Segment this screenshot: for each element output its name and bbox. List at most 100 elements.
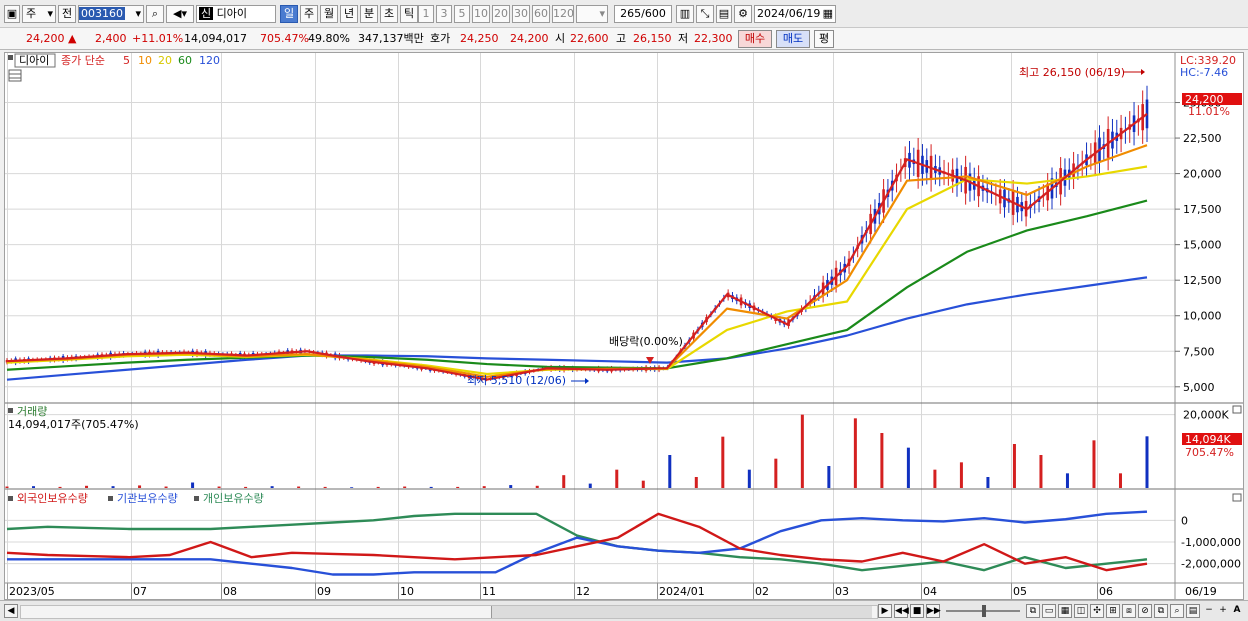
gear-icon[interactable]: ⚙ [734,5,752,23]
compare-icon[interactable]: ⧈ [1122,604,1136,618]
auto-scale-icon[interactable]: A [1230,604,1244,618]
period-tick[interactable]: 틱 [400,5,418,23]
volume-bar [456,486,460,488]
volume-bar [297,486,301,488]
chart-icon[interactable]: ▤ [1186,604,1200,618]
search-icon[interactable]: ⌕ [146,5,164,23]
crosshair-icon[interactable]: ✣ [1090,604,1104,618]
volume-readout: 14,094,017주(705.47%) [8,418,139,431]
bid-price: 24,200 [510,32,549,45]
layout-icon[interactable]: ⧉ [1026,604,1040,618]
interval-120[interactable]: 120 [552,5,574,23]
copy-icon[interactable]: ⧉ [1154,604,1168,618]
volume-bar [853,418,857,488]
scroll-thumb[interactable] [491,606,872,618]
ma-line-5 [6,113,1148,381]
pattern-icon[interactable]: ⊞ [1106,604,1120,618]
up-arrow-icon: ▲ [68,32,77,45]
zoom-in-icon[interactable]: + [1216,604,1230,618]
stock-code-input[interactable]: 003160 ▾ [78,5,144,23]
market-select-value: 주 [26,7,37,20]
date-field[interactable]: 2024/06/19 ▦ [754,5,836,23]
fast-forward-icon[interactable]: ▶▶ [926,604,941,618]
y-tick-label: 5,000 [1183,381,1215,394]
volume-bar [721,436,725,488]
volume-bar [509,485,513,488]
period-week[interactable]: 주 [300,5,318,23]
zoom-slider-handle[interactable] [982,605,986,617]
volume-bar [535,485,539,488]
moving-averages [6,113,1148,381]
period-month[interactable]: 월 [320,5,338,23]
ma-legend-120: 120 [199,54,220,67]
volume-bar [244,486,248,488]
save-icon[interactable]: ▤ [716,5,732,23]
prev-button[interactable]: 전 [58,5,76,23]
low-arrow-icon [585,378,589,384]
window-icon[interactable]: ▭ [1042,604,1056,618]
volume-ratio: 705.47% [260,32,309,45]
open-label: 시 [555,32,566,45]
volume-bar [1012,444,1016,488]
stock-name-field[interactable]: 신 디아이 [196,5,276,23]
speaker-icon[interactable]: ◀▾ [166,5,194,23]
period-minute[interactable]: 분 [360,5,378,23]
legend-individual: 개인보유수량 [203,492,264,505]
sell-button[interactable]: 매도 [776,30,810,48]
scroll-right-icon[interactable]: ▶ [878,604,892,618]
chart-window-icon[interactable]: ▣ [4,5,20,23]
volume-bar [376,486,380,488]
interval-3[interactable]: 3 [436,5,452,23]
volume-bar [1039,455,1043,488]
y-tick-label: 12,500 [1183,274,1222,287]
chart-canvas[interactable]: 디아이 종가 단순 5 10 20 60 120 LC:339.20 HC:-7… [5,53,1243,599]
y-tick-label: 20,000K [1183,409,1229,422]
volume-bar [1145,436,1149,488]
split-icon[interactable]: ◫ [1074,604,1088,618]
stop-icon[interactable]: ■ [910,604,924,618]
link-icon[interactable]: ⊘ [1138,604,1152,618]
period-year[interactable]: 년 [340,5,358,23]
rewind-icon[interactable]: ◀◀ [894,604,909,618]
volume-title: 거래량 [17,405,47,418]
interval-60[interactable]: 60 [532,5,550,23]
custom-interval-select[interactable]: ▾ [576,5,608,23]
volume-bar [959,462,963,488]
candle-type-icon[interactable]: ▥ [676,5,694,23]
search-icon[interactable]: ⌕ [1170,604,1184,618]
period-second[interactable]: 초 [380,5,398,23]
eval-button[interactable]: 평 [814,30,834,48]
interval-30[interactable]: 30 [512,5,530,23]
panel-handle-icon [194,496,199,501]
scroll-left-icon[interactable]: ◀ [4,604,18,618]
volume-bar [1065,473,1069,488]
interval-10[interactable]: 10 [472,5,490,23]
data-count-field[interactable]: 265/600 [614,5,672,23]
x-tick-label: 12 [576,585,590,598]
interval-20[interactable]: 20 [492,5,510,23]
grid-icon[interactable]: ▦ [1058,604,1072,618]
chart-toolbar: ▣ 주 ▾ 전 003160 ▾ ⌕ ◀▾ 신 디아이 일 주 월 년 분 초 틱 … [0,0,1248,28]
volume-bar [694,477,698,488]
volume-bar [588,483,592,488]
high-label: 고 [616,32,627,45]
x-axis: 2023/05 07 08 09 10 11 12 2024/01 02 03 04 05 06 06/1… [7,583,1217,599]
crosshair-icon[interactable]: ⤡ [696,5,714,23]
data-count-value: 265 [620,7,642,20]
ma-legend-20: 20 [158,54,172,67]
volume-axis: 20,000K [1183,409,1229,422]
x-tick-label: 08 [223,585,237,598]
zoom-out-icon[interactable]: − [1202,604,1216,618]
price-change-pct: +11.01% [132,32,184,45]
ma-legend-5: 5 [123,54,130,67]
interval-1[interactable]: 1 [418,5,434,23]
buy-button[interactable]: 매수 [738,30,772,48]
chart-area[interactable]: 디아이 종가 단순 5 10 20 60 120 LC:339.20 HC:-7… [4,52,1244,600]
period-day[interactable]: 일 [280,5,298,23]
scroll-track[interactable] [20,605,878,619]
ask-price: 24,250 [460,32,499,45]
interval-5[interactable]: 5 [454,5,470,23]
volume-bar [933,469,937,488]
market-select[interactable]: 주 ▾ [22,5,56,23]
y-tick-label: -1,000,000 [1181,536,1241,549]
